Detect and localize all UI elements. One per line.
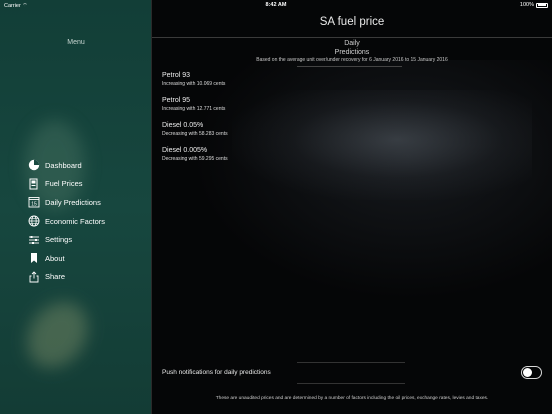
- section-title-line1: Daily: [344, 40, 360, 47]
- sidebar-item-settings[interactable]: Settings: [28, 230, 105, 249]
- page-title: SA fuel price: [319, 16, 385, 28]
- section-title: Daily Predictions: [152, 40, 552, 57]
- fuel-prediction-item: Diesel 0.05% Decreasing with 58.283 cent…: [162, 122, 228, 137]
- calendar-icon: 15: [28, 196, 40, 208]
- fuel-change: Increasing with 10.069 cents: [162, 81, 226, 87]
- toggle-knob: [523, 368, 532, 377]
- sidebar-nav: Dashboard Fuel Prices 15 Daily Predictio…: [28, 156, 105, 286]
- sidebar-item-label: Dashboard: [45, 160, 82, 170]
- sidebar-item-daily-predictions[interactable]: 15 Daily Predictions: [28, 193, 105, 212]
- battery-percent: 100%: [519, 2, 534, 8]
- section-divider: [297, 66, 402, 67]
- battery-status: 100%: [520, 2, 548, 8]
- fuel-prediction-item: Petrol 93 Increasing with 10.069 cents: [162, 72, 225, 87]
- header-divider: [152, 37, 552, 38]
- fuel-name: Diesel 0.005%: [162, 147, 208, 154]
- fuel-change: Decreasing with 58.283 cents: [162, 131, 228, 137]
- sidebar: Menu Dashboard Fuel Prices 15 Daily Pred…: [0, 0, 152, 414]
- sidebar-item-about[interactable]: About: [28, 249, 105, 268]
- status-bar: Carrier ⌔ 8:42 AM 100%: [0, 0, 552, 10]
- sidebar-item-label: Share: [45, 272, 66, 282]
- fuel-change: Increasing with 12.771 cents: [162, 106, 226, 112]
- basis-text: Based on the average unit over/under rec…: [256, 57, 448, 63]
- fuel-prediction-item: Petrol 95 Increasing with 12.771 cents: [162, 97, 225, 112]
- sidebar-item-label: Settings: [45, 235, 73, 245]
- globe-icon: [28, 215, 40, 227]
- bookmark-icon: [28, 252, 40, 264]
- sidebar-item-share[interactable]: Share: [28, 268, 105, 287]
- fuel-name: Diesel 0.05%: [162, 122, 204, 129]
- fuel-change: Decreasing with 59.295 cents: [162, 156, 228, 162]
- sidebar-item-economic-factors[interactable]: Economic Factors: [28, 212, 105, 231]
- clock: 8:42 AM: [265, 2, 287, 8]
- sidebar-item-label: About: [45, 253, 65, 263]
- pie-chart-icon: [28, 159, 40, 171]
- background-blur: [14, 290, 101, 380]
- push-notifications-label: Push notifications for daily predictions: [162, 369, 271, 376]
- sidebar-item-label: Fuel Prices: [45, 179, 83, 189]
- menu-title: Menu: [67, 39, 85, 46]
- main-pane: SA fuel price Daily Predictions Based on…: [152, 0, 552, 414]
- sidebar-item-fuel-prices[interactable]: Fuel Prices: [28, 175, 105, 194]
- sidebar-item-label: Daily Predictions: [45, 197, 101, 207]
- disclaimer-text: These are unaudited prices and are deter…: [215, 396, 489, 401]
- push-divider: [297, 383, 405, 384]
- calendar-day: 15: [31, 202, 37, 208]
- fuel-pump-icon: [28, 178, 40, 190]
- sidebar-item-label: Economic Factors: [45, 216, 106, 226]
- sliders-icon: [28, 234, 40, 246]
- fuel-name: Petrol 93: [162, 72, 191, 79]
- push-divider: [297, 362, 405, 363]
- background-glow: [232, 90, 532, 200]
- share-icon: [28, 271, 40, 283]
- section-title-line2: Predictions: [334, 48, 370, 56]
- push-notifications-toggle[interactable]: [521, 366, 542, 379]
- sidebar-item-dashboard[interactable]: Dashboard: [28, 156, 105, 175]
- battery-icon: [536, 2, 548, 8]
- fuel-prediction-item: Diesel 0.005% Decreasing with 59.295 cen…: [162, 147, 228, 162]
- fuel-name: Petrol 95: [162, 97, 191, 104]
